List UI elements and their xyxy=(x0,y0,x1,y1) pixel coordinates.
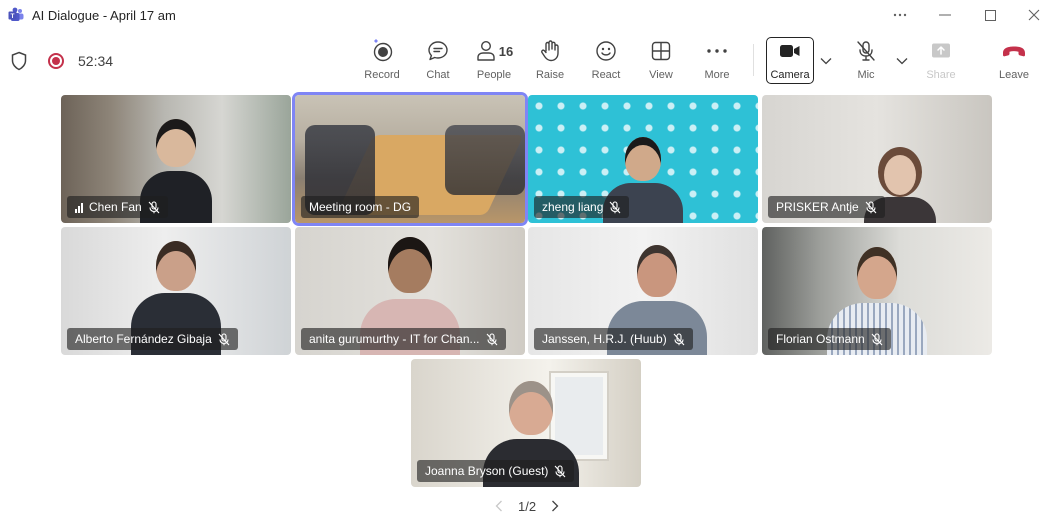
chat-label: Chat xyxy=(426,69,450,81)
participant-name-tag: PRISKER Antje xyxy=(768,196,885,218)
view-label: View xyxy=(649,69,673,81)
record-button[interactable]: Record xyxy=(354,38,410,84)
raise-hand-icon xyxy=(538,38,562,64)
video-tile-florian-ostmann[interactable]: Florian Ostmann xyxy=(762,227,992,355)
title-bar: T AI Dialogue - April 17 am xyxy=(0,0,1054,30)
share-label: Share xyxy=(926,69,956,81)
chat-button[interactable]: Chat xyxy=(410,38,466,84)
camera-button[interactable]: Camera xyxy=(762,38,818,84)
mic-off-icon xyxy=(486,332,497,345)
page-indicator: 1/2 xyxy=(518,498,537,514)
participant-name: Meeting room - DG xyxy=(309,200,412,214)
participant-name: Florian Ostmann xyxy=(776,332,865,346)
participant-name-tag: zheng liang xyxy=(534,196,630,218)
more-button[interactable]: More xyxy=(689,38,745,84)
mic-off-icon xyxy=(871,332,883,345)
mic-off-icon xyxy=(673,332,685,345)
mic-off-icon xyxy=(865,200,877,213)
gallery-pagination: 1/2 xyxy=(492,496,562,516)
recording-indicator-icon xyxy=(48,53,64,69)
participant-name: Chen Fan xyxy=(89,200,142,214)
close-icon[interactable] xyxy=(1014,2,1054,28)
next-page-chevron-right-icon[interactable] xyxy=(548,499,562,513)
participant-name-tag: Janssen, H.R.J. (Huub) xyxy=(534,328,693,350)
participant-name-tag: Chen Fan xyxy=(67,196,168,218)
video-tile-alberto-fernandez-gibaja[interactable]: Alberto Fernández Gibaja xyxy=(61,227,291,355)
people-label: People xyxy=(476,69,512,81)
view-grid-icon xyxy=(650,38,672,64)
record-icon xyxy=(369,38,395,64)
participant-name-tag: Florian Ostmann xyxy=(768,328,891,350)
more-icon xyxy=(706,38,728,64)
shield-icon[interactable] xyxy=(10,51,28,71)
video-tile-prisker-antje[interactable]: PRISKER Antje xyxy=(762,95,992,223)
participant-name: Alberto Fernández Gibaja xyxy=(75,332,212,346)
record-label: Record xyxy=(364,69,400,81)
mic-button[interactable]: Mic xyxy=(838,38,894,84)
video-tile-meeting-room-dg[interactable]: Meeting room - DG xyxy=(295,95,525,223)
people-icon xyxy=(477,40,495,61)
leave-button[interactable]: Leave xyxy=(986,38,1042,84)
video-tile-chen-fan[interactable]: Chen Fan xyxy=(61,95,291,223)
meeting-timer: 52:34 xyxy=(78,53,114,69)
participant-name-tag: Alberto Fernández Gibaja xyxy=(67,328,238,350)
camera-label: Camera xyxy=(770,69,810,81)
participant-name: Joanna Bryson (Guest) xyxy=(425,464,549,478)
video-tile-zheng-liang[interactable]: zheng liang xyxy=(528,95,758,223)
camera-options-chevron-down-icon[interactable] xyxy=(819,54,833,68)
share-screen-icon xyxy=(930,38,952,64)
mic-off-icon xyxy=(218,332,230,345)
camera-icon xyxy=(778,38,802,64)
participant-name: anita gurumurthy - IT for Chan... xyxy=(309,332,480,346)
react-label: React xyxy=(591,69,621,81)
participant-name: PRISKER Antje xyxy=(776,200,859,214)
view-button[interactable]: View xyxy=(633,38,689,84)
meeting-status: 52:34 xyxy=(10,48,113,74)
share-button[interactable]: Share xyxy=(913,38,969,84)
video-tile-anita-gurumurthy[interactable]: anita gurumurthy - IT for Chan... xyxy=(295,227,525,355)
participant-name-tag: Joanna Bryson (Guest) xyxy=(417,460,575,482)
attendees-right xyxy=(445,125,525,195)
video-tile-joanna-bryson[interactable]: Joanna Bryson (Guest) xyxy=(411,359,641,487)
people-count: 16 xyxy=(498,43,514,59)
mic-off-icon xyxy=(854,38,878,64)
leave-label: Leave xyxy=(999,69,1029,81)
raise-hand-button[interactable]: Raise xyxy=(522,38,578,84)
people-button[interactable]: 16 People xyxy=(466,38,522,84)
mic-off-icon xyxy=(148,200,160,213)
chat-icon xyxy=(426,38,450,64)
teams-logo-icon: T xyxy=(8,7,24,21)
participant-name: zheng liang xyxy=(542,200,604,214)
window-title: AI Dialogue - April 17 am xyxy=(32,8,176,23)
previous-page-chevron-left-icon[interactable] xyxy=(492,499,506,513)
react-button[interactable]: React xyxy=(578,38,634,84)
video-tile-janssen-huub[interactable]: Janssen, H.R.J. (Huub) xyxy=(528,227,758,355)
people-icon-group: 16 xyxy=(475,38,513,64)
mic-label: Mic xyxy=(857,69,875,81)
react-icon xyxy=(594,38,618,64)
more-label: More xyxy=(704,69,730,81)
raise-label: Raise xyxy=(535,69,565,81)
toolbar-divider xyxy=(753,44,754,76)
participant-name-tag: Meeting room - DG xyxy=(301,196,420,218)
participant-name-tag: anita gurumurthy - IT for Chan... xyxy=(301,328,506,350)
participant-name: Janssen, H.R.J. (Huub) xyxy=(542,332,667,346)
mic-off-icon xyxy=(554,464,566,477)
svg-text:T: T xyxy=(11,13,15,20)
mic-options-chevron-down-icon[interactable] xyxy=(895,54,909,68)
hang-up-icon xyxy=(1001,38,1027,64)
mic-off-icon xyxy=(609,200,621,213)
signal-strength-icon xyxy=(75,202,83,213)
minimize-icon[interactable] xyxy=(925,2,965,28)
window-more-icon[interactable] xyxy=(880,2,920,28)
maximize-icon[interactable] xyxy=(970,2,1010,28)
